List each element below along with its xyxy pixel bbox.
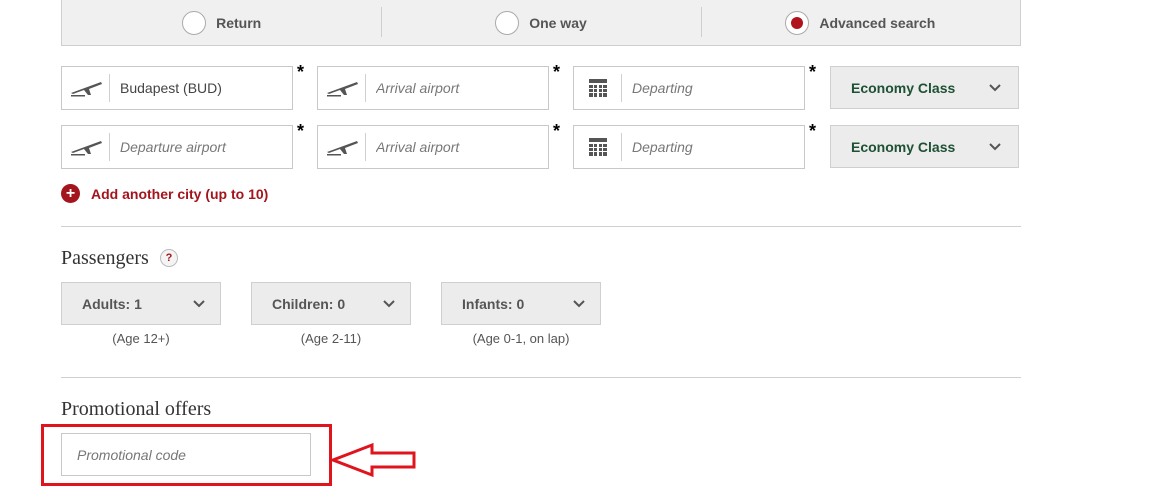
children-label: Children: 0 bbox=[272, 295, 346, 312]
departure-airport-field-1[interactable] bbox=[61, 66, 293, 110]
required-marker: * bbox=[553, 121, 561, 141]
plus-circle-icon: + bbox=[61, 184, 80, 203]
calendar-icon bbox=[574, 133, 622, 161]
chevron-down-icon bbox=[989, 83, 1001, 91]
children-age-note: (Age 2-11) bbox=[300, 331, 362, 346]
add-another-city-link[interactable]: + Add another city (up to 10) bbox=[61, 184, 268, 203]
one-way-radio[interactable] bbox=[495, 10, 520, 35]
plane-takeoff-icon bbox=[62, 133, 110, 161]
cabin-class-label: Economy Class bbox=[851, 79, 956, 96]
departure-airport-field-2[interactable] bbox=[61, 125, 293, 169]
departure-airport-input-2[interactable] bbox=[110, 138, 292, 156]
section-divider bbox=[61, 226, 1021, 227]
return-radio[interactable] bbox=[182, 10, 207, 35]
trip-type-one-way[interactable]: One way bbox=[381, 0, 700, 45]
adults-label: Adults: 1 bbox=[82, 295, 142, 312]
required-marker: * bbox=[297, 121, 305, 141]
departing-date-field-1[interactable] bbox=[573, 66, 805, 110]
highlight-box bbox=[41, 424, 332, 486]
plane-landing-icon bbox=[318, 74, 366, 102]
promotional-offers-title: Promotional offers bbox=[61, 398, 212, 420]
arrival-airport-field-1[interactable] bbox=[317, 66, 549, 110]
chevron-down-icon bbox=[989, 142, 1001, 150]
chevron-down-icon bbox=[383, 299, 395, 307]
trip-type-bar: Return One way Advanced search bbox=[61, 0, 1021, 46]
infants-age-note: (Age 0-1, on lap) bbox=[472, 331, 570, 346]
adults-select[interactable]: Adults: 1 bbox=[61, 282, 221, 325]
departure-airport-input-1[interactable] bbox=[110, 79, 292, 97]
required-marker: * bbox=[297, 62, 305, 82]
add-another-city-label: Add another city (up to 10) bbox=[91, 185, 269, 202]
arrival-airport-input-2[interactable] bbox=[366, 138, 548, 156]
arrival-airport-field-2[interactable] bbox=[317, 125, 549, 169]
plane-landing-icon bbox=[318, 133, 366, 161]
departing-date-input-1[interactable] bbox=[622, 79, 804, 97]
return-label: Return bbox=[216, 14, 262, 31]
advanced-search-radio[interactable] bbox=[785, 10, 810, 35]
arrival-airport-input-1[interactable] bbox=[366, 79, 548, 97]
required-marker: * bbox=[809, 62, 817, 82]
section-divider bbox=[61, 377, 1021, 378]
advanced-search-label: Advanced search bbox=[819, 14, 936, 31]
cabin-class-label: Economy Class bbox=[851, 138, 956, 155]
passengers-title: Passengers bbox=[61, 247, 149, 269]
calendar-icon bbox=[574, 74, 622, 102]
adults-age-note: (Age 12+) bbox=[112, 331, 170, 346]
plane-takeoff-icon bbox=[62, 74, 110, 102]
chevron-down-icon bbox=[193, 299, 205, 307]
children-select[interactable]: Children: 0 bbox=[251, 282, 411, 325]
infants-select[interactable]: Infants: 0 bbox=[441, 282, 601, 325]
required-marker: * bbox=[809, 121, 817, 141]
required-marker: * bbox=[553, 62, 561, 82]
departing-date-input-2[interactable] bbox=[622, 138, 804, 156]
one-way-label: One way bbox=[529, 14, 587, 31]
chevron-down-icon bbox=[573, 299, 585, 307]
radio-selected-dot bbox=[791, 16, 804, 29]
help-icon[interactable]: ? bbox=[160, 249, 178, 267]
trip-type-return[interactable]: Return bbox=[62, 0, 381, 45]
cabin-class-select-2[interactable]: Economy Class bbox=[830, 125, 1019, 168]
arrow-left-icon bbox=[330, 442, 416, 478]
trip-type-advanced-search[interactable]: Advanced search bbox=[700, 0, 1020, 45]
departing-date-field-2[interactable] bbox=[573, 125, 805, 169]
cabin-class-select-1[interactable]: Economy Class bbox=[830, 66, 1019, 109]
infants-label: Infants: 0 bbox=[462, 295, 525, 312]
